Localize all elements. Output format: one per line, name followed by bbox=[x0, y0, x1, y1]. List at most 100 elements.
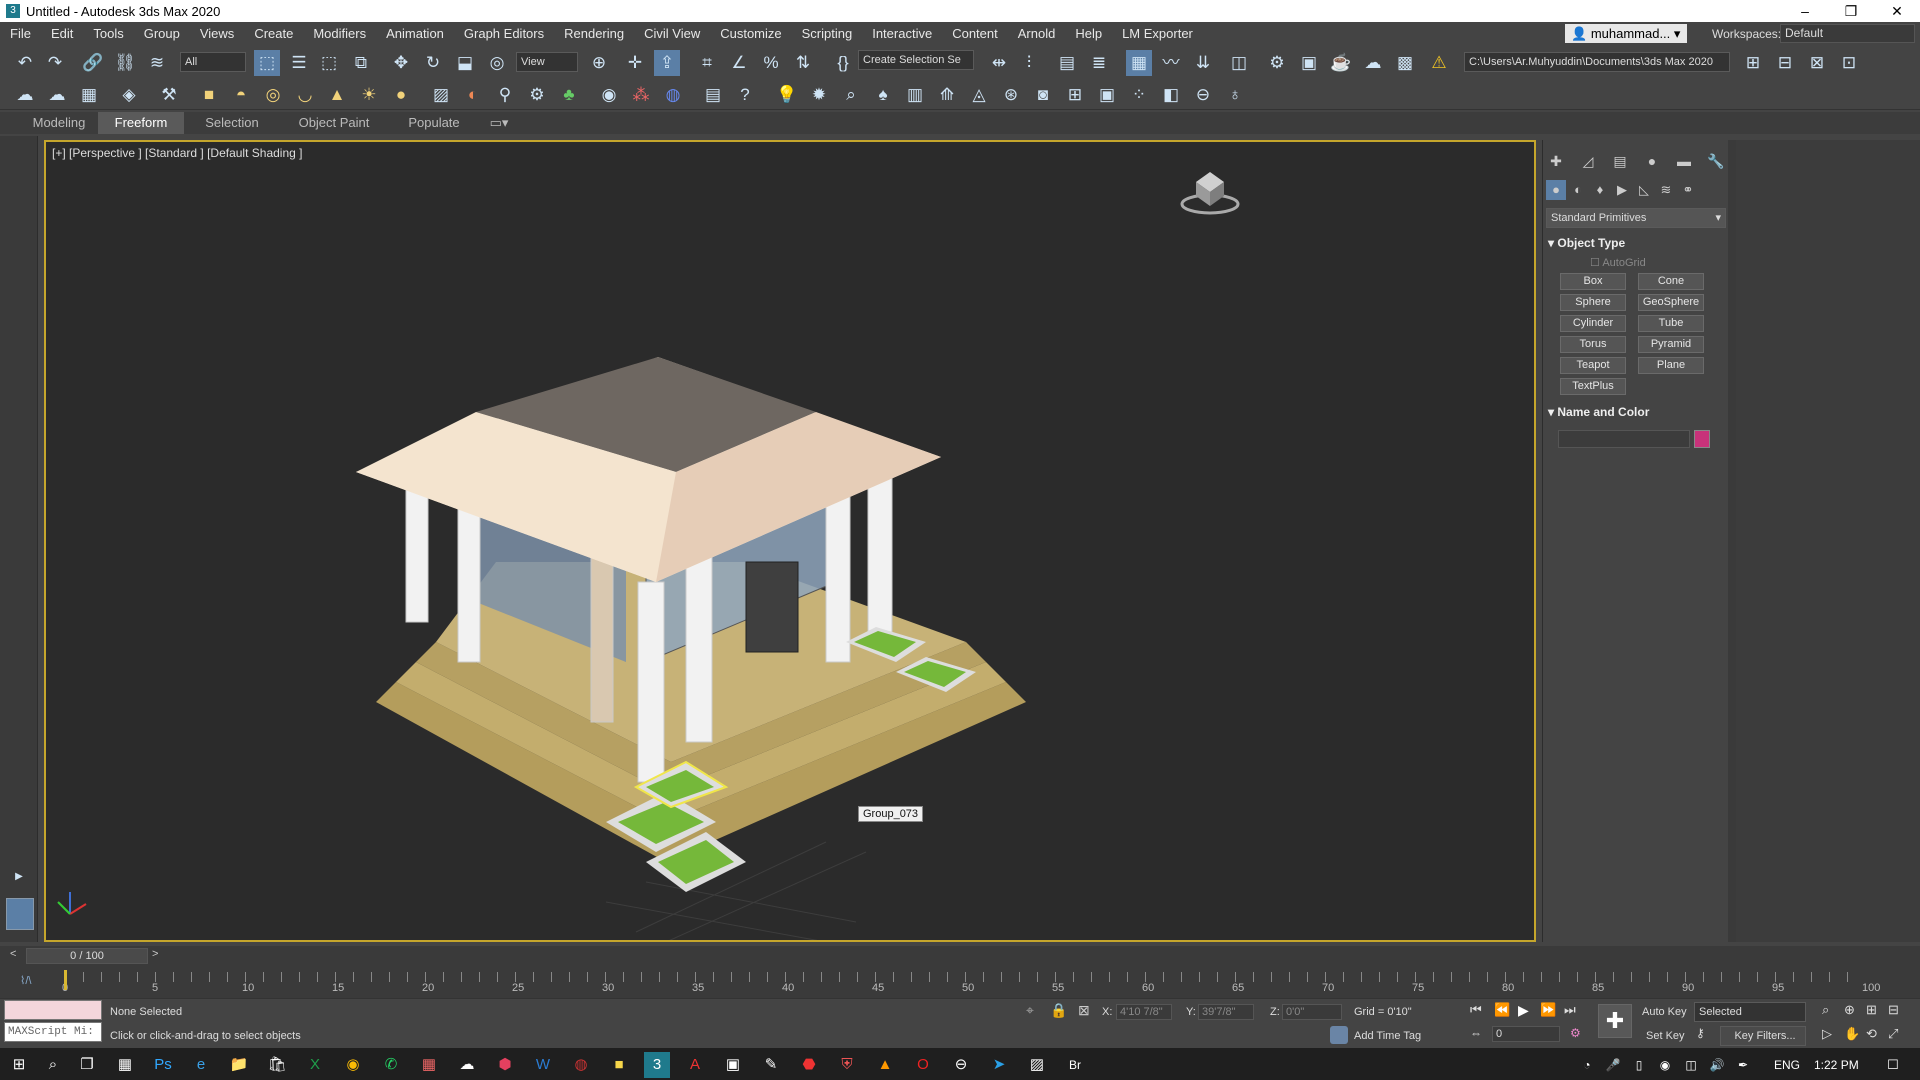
cone-icon[interactable]: ▲ bbox=[324, 82, 350, 108]
cylinder-button[interactable]: Cylinder bbox=[1560, 315, 1626, 332]
photos-icon[interactable]: ▨ bbox=[1024, 1052, 1050, 1078]
star-light-icon[interactable]: ✹ bbox=[806, 82, 832, 108]
file-explorer-icon[interactable]: 📁 bbox=[226, 1052, 252, 1078]
app-cloud-icon[interactable]: ☁ bbox=[454, 1052, 480, 1078]
tab-selection[interactable]: Selection bbox=[190, 112, 274, 134]
object-type-rollout[interactable]: ▾ Object Type bbox=[1548, 236, 1718, 254]
vlc-icon[interactable]: ▲ bbox=[872, 1052, 898, 1078]
grid-icon[interactable]: ▨ bbox=[428, 82, 454, 108]
add-time-tag[interactable]: Add Time Tag bbox=[1354, 1030, 1421, 1042]
container-update-icon[interactable]: ⊡ bbox=[1836, 50, 1862, 76]
time-slider-next[interactable]: > bbox=[152, 948, 158, 960]
scale-icon[interactable]: ⬓ bbox=[452, 50, 478, 76]
window-crossing-icon[interactable]: ⧉ bbox=[348, 50, 374, 76]
pivot-center-icon[interactable]: ⊕ bbox=[586, 50, 612, 76]
shapes-icon[interactable]: ◐ bbox=[1568, 180, 1588, 200]
systems-icon[interactable]: ⚭ bbox=[1678, 180, 1698, 200]
absolute-mode-icon[interactable]: ⊠ bbox=[1078, 1002, 1090, 1019]
redo-icon[interactable]: ↷ bbox=[42, 50, 68, 76]
curve-editor-icon[interactable]: 〰 bbox=[1158, 50, 1184, 76]
next-frame-icon[interactable]: ⏩ bbox=[1540, 1002, 1556, 1018]
chrome-icon[interactable]: ◉ bbox=[340, 1052, 366, 1078]
edit-named-selection-icon[interactable]: {} bbox=[830, 50, 856, 76]
spacewarps-icon[interactable]: ≋ bbox=[1656, 180, 1676, 200]
tree-icon[interactable]: ♠ bbox=[870, 82, 896, 108]
auto-key-button[interactable]: Auto Key bbox=[1642, 1006, 1687, 1018]
maxscript-listener[interactable] bbox=[4, 1000, 102, 1020]
menu-item-file[interactable]: File bbox=[0, 26, 41, 41]
textplus-button[interactable]: TextPlus bbox=[1560, 378, 1626, 395]
whatsapp-icon[interactable]: ✆ bbox=[378, 1052, 404, 1078]
teapot-button[interactable]: Teapot bbox=[1560, 357, 1626, 374]
zoom-extents-all-icon[interactable]: ⊟ bbox=[1888, 1002, 1899, 1018]
pan-icon[interactable]: ✋ bbox=[1844, 1026, 1860, 1042]
sphere-button[interactable]: Sphere bbox=[1560, 294, 1626, 311]
placement-icon[interactable]: ◎ bbox=[484, 50, 510, 76]
modify-tab-icon[interactable]: ◿ bbox=[1576, 150, 1600, 172]
app-red-icon[interactable]: ◍ bbox=[568, 1052, 594, 1078]
bulb-outline-icon[interactable]: ♁ bbox=[1222, 82, 1248, 108]
tools-icon[interactable]: ⚒ bbox=[156, 82, 182, 108]
lock-icon[interactable]: 🔒 bbox=[1050, 1002, 1067, 1019]
tab-freeform[interactable]: Freeform bbox=[98, 112, 184, 134]
autogrid-checkbox[interactable]: ☐ AutoGrid bbox=[1590, 256, 1646, 269]
battery-icon[interactable]: ▯ bbox=[1626, 1052, 1652, 1078]
layer-explorer-icon[interactable]: ≣ bbox=[1086, 50, 1112, 76]
menu-item-graph-editors[interactable]: Graph Editors bbox=[454, 26, 554, 41]
hemisphere-icon[interactable]: ◓ bbox=[228, 82, 254, 108]
sphere-stack-icon[interactable]: ◍ bbox=[660, 82, 686, 108]
viewport-layout-icon[interactable] bbox=[6, 898, 34, 930]
mirror-icon[interactable]: ⇹ bbox=[986, 50, 1012, 76]
key-filters-icon[interactable]: ⚷ bbox=[1696, 1026, 1705, 1040]
select-by-name-icon[interactable]: ☰ bbox=[286, 50, 312, 76]
menu-item-tools[interactable]: Tools bbox=[83, 26, 133, 41]
cube-view-icon[interactable]: ◧ bbox=[1158, 82, 1184, 108]
orbit-icon[interactable]: ⟲ bbox=[1866, 1026, 1877, 1042]
ribbon-options-icon[interactable]: ▭▾ bbox=[484, 112, 514, 134]
app-shield-icon[interactable]: ⛨ bbox=[834, 1052, 860, 1078]
isolate-icon[interactable]: ⌖ bbox=[1026, 1002, 1034, 1019]
minimize-button[interactable]: – bbox=[1782, 0, 1828, 22]
maximize-button[interactable]: ❐ bbox=[1828, 0, 1874, 22]
scene-explorer-icon[interactable]: ▤ bbox=[1054, 50, 1080, 76]
set-key-button[interactable]: Set Key bbox=[1646, 1030, 1685, 1042]
spinner-snap-icon[interactable]: ⇅ bbox=[790, 50, 816, 76]
cloud-icon[interactable]: ☁ bbox=[44, 82, 70, 108]
move-icon[interactable]: ✥ bbox=[388, 50, 414, 76]
globe-icon[interactable]: ◉ bbox=[596, 82, 622, 108]
tab-populate[interactable]: Populate bbox=[392, 112, 476, 134]
unlink-icon[interactable]: ⛓ bbox=[112, 50, 138, 76]
menu-item-views[interactable]: Views bbox=[190, 26, 244, 41]
menu-item-content[interactable]: Content bbox=[942, 26, 1008, 41]
app-window-icon[interactable]: ▣ bbox=[720, 1052, 746, 1078]
maximize-viewport-icon[interactable]: ⤢ bbox=[1888, 1026, 1898, 1042]
x-coordinate-field[interactable]: 4'10 7/8" bbox=[1116, 1004, 1172, 1020]
rotate-icon[interactable]: ↻ bbox=[420, 50, 446, 76]
time-config-icon[interactable]: ⚙ bbox=[1570, 1026, 1581, 1040]
fov-icon[interactable]: ▷ bbox=[1822, 1026, 1832, 1042]
render-setup-icon[interactable]: ⚙ bbox=[1264, 50, 1290, 76]
opera-icon[interactable]: O bbox=[910, 1052, 936, 1078]
time-slider-prev[interactable]: < bbox=[10, 948, 16, 960]
render-in-cloud-icon[interactable]: ☁ bbox=[1360, 50, 1386, 76]
container-icon[interactable]: ⊞ bbox=[1740, 50, 1766, 76]
key-filters-button[interactable]: Key Filters... bbox=[1720, 1026, 1806, 1046]
key-set-dropdown[interactable]: Selected bbox=[1694, 1002, 1806, 1022]
store-icon[interactable]: 🛍 bbox=[264, 1052, 290, 1078]
menu-item-edit[interactable]: Edit bbox=[41, 26, 83, 41]
primitive-category-dropdown[interactable]: Standard Primitives ▾ bbox=[1546, 208, 1726, 228]
menu-item-lm-exporter[interactable]: LM Exporter bbox=[1112, 26, 1203, 41]
menu-item-arnold[interactable]: Arnold bbox=[1008, 26, 1066, 41]
tab-object-paint[interactable]: Object Paint bbox=[286, 112, 382, 134]
torus-icon[interactable]: ◎ bbox=[260, 82, 286, 108]
capsule-icon[interactable]: ◐ bbox=[460, 82, 486, 108]
menu-item-create[interactable]: Create bbox=[244, 26, 303, 41]
render-production-icon[interactable]: ☕ bbox=[1328, 50, 1354, 76]
box-icon[interactable]: ■ bbox=[196, 82, 222, 108]
y-coordinate-field[interactable]: 39'7/8" bbox=[1198, 1004, 1254, 1020]
sticky-notes-icon[interactable]: ■ bbox=[606, 1052, 632, 1078]
bridge-icon[interactable]: Br bbox=[1062, 1052, 1088, 1078]
bottle-icon[interactable]: ◬ bbox=[966, 82, 992, 108]
menu-item-group[interactable]: Group bbox=[134, 26, 190, 41]
geometry-icon[interactable]: ● bbox=[1546, 180, 1566, 200]
